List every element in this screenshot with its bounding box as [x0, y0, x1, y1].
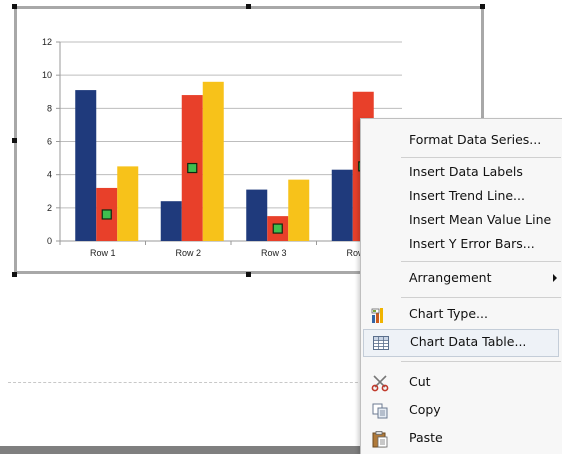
chart-bar [75, 90, 97, 241]
menu-format-data-series[interactable]: Format Data Series... [361, 127, 562, 155]
menu-label: Insert Trend Line... [409, 188, 525, 203]
menu-label: Chart Type... [409, 306, 488, 321]
scissors-icon [371, 374, 389, 392]
paste-icon [371, 430, 389, 448]
y-tick-label: 12 [42, 37, 52, 47]
chart-bars [75, 81, 395, 241]
chart-bar [117, 166, 139, 241]
y-tick-label: 0 [47, 236, 52, 246]
page-margin-line [8, 382, 378, 383]
menu-label: Chart Data Table... [410, 334, 527, 349]
menu-separator [401, 297, 561, 298]
chart-bar [160, 201, 182, 241]
menu-label: Paste [409, 430, 443, 445]
resize-handle-bm[interactable] [246, 272, 251, 277]
menu-label: Cut [409, 374, 431, 389]
menu-arrangement[interactable]: Arrangement [361, 265, 562, 293]
chart-bar [246, 189, 268, 241]
menu-label: Insert Y Error Bars... [409, 236, 535, 251]
resize-handle-tl[interactable] [12, 4, 17, 9]
chart-bar [331, 169, 353, 241]
selection-marker [187, 162, 198, 174]
y-tick-label: 8 [47, 103, 52, 113]
menu-paste[interactable]: Paste [361, 425, 562, 453]
x-tick-label: Row 3 [261, 248, 287, 258]
resize-handle-bl[interactable] [12, 272, 17, 277]
menu-label: Insert Mean Value Line [409, 212, 552, 227]
chart-type-icon [371, 306, 389, 324]
menu-separator [401, 261, 561, 262]
chart-bar [202, 81, 224, 241]
menu-cut[interactable]: Cut [361, 369, 562, 397]
menu-chart-data-table[interactable]: Chart Data Table... [363, 329, 559, 357]
resize-handle-ml[interactable] [12, 138, 17, 143]
y-tick-label: 10 [42, 70, 52, 80]
y-tick-label: 2 [47, 203, 52, 213]
y-tick-label: 4 [47, 170, 52, 180]
menu-label: Insert Data Labels [409, 164, 523, 179]
x-tick-label: Row 2 [175, 248, 201, 258]
submenu-arrow-icon [553, 274, 557, 282]
chart-selection-markers [101, 161, 369, 234]
menu-separator [401, 361, 561, 362]
chart-bar [288, 179, 310, 241]
y-tick-label: 6 [47, 137, 52, 147]
data-table-icon [372, 334, 390, 352]
copy-icon [371, 402, 389, 420]
selection-marker [101, 209, 112, 220]
resize-handle-tr[interactable] [480, 4, 485, 9]
menu-insert-y-error-bars[interactable]: Insert Y Error Bars... [361, 231, 562, 259]
selection-marker [272, 223, 283, 234]
menu-chart-type[interactable]: Chart Type... [361, 301, 562, 329]
menu-label: Copy [409, 402, 441, 417]
menu-label: Format Data Series... [409, 132, 542, 147]
menu-copy[interactable]: Copy [361, 397, 562, 425]
context-menu: Format Data Series... Insert Data Labels… [360, 118, 562, 454]
resize-handle-tm[interactable] [246, 4, 251, 9]
menu-label: Arrangement [409, 270, 492, 285]
x-tick-label: Row 1 [90, 248, 116, 258]
menu-separator [401, 157, 561, 158]
